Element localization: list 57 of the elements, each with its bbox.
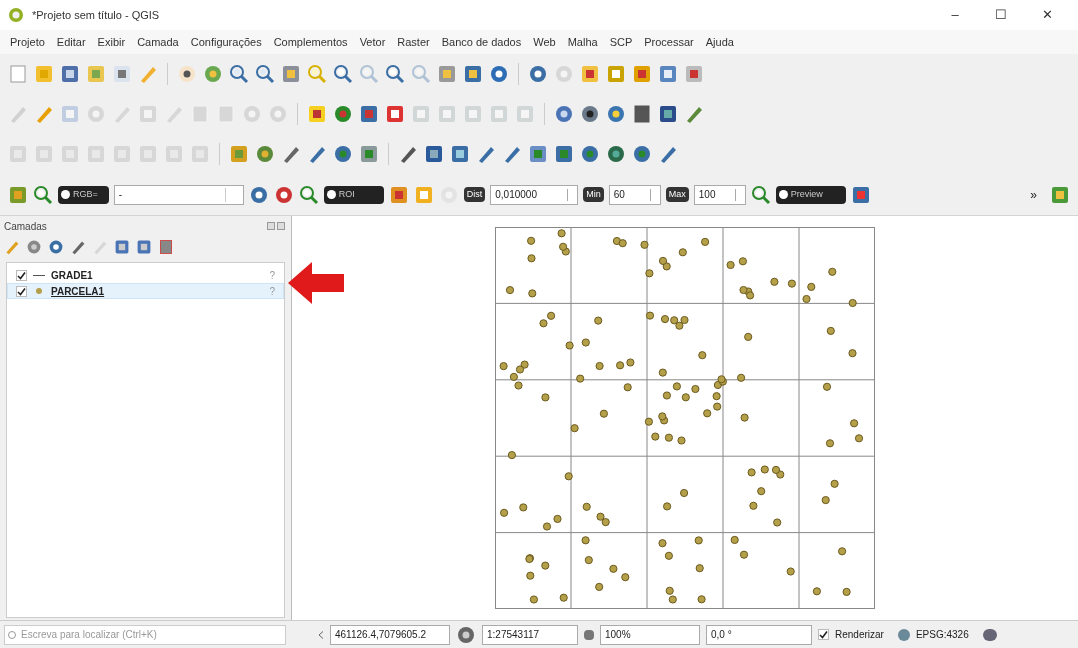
zoom-out-icon[interactable] [255,64,275,84]
menu-item[interactable]: Exibir [91,33,132,51]
number-field[interactable]: 0,010000 [490,184,579,205]
menu-item[interactable]: SCP [603,33,639,51]
menu-item[interactable]: Processar [638,33,700,51]
preview-control[interactable]: Preview [775,185,846,204]
zoom-layer-icon[interactable] [333,64,353,84]
roi-control[interactable]: ROI [323,185,384,204]
menu-item[interactable]: Configurações [184,33,268,51]
menu-item[interactable]: Vetor [353,33,392,51]
coordinate-field[interactable]: 461126.4,7079605.2 [330,624,450,645]
number-field[interactable]: 100 [693,184,746,205]
menu-item[interactable]: Malha [561,33,604,51]
pointer-arrow [288,262,344,304]
checkbox[interactable] [16,285,27,297]
minimize-button[interactable]: – [932,1,978,29]
render-label: Renderizar [835,628,884,642]
max-label: Max [665,186,689,203]
edit-pencil-icon[interactable] [34,104,54,124]
number-field[interactable]: 60 [608,184,661,205]
rotation-field[interactable]: 0,0 ° [706,624,812,645]
line-symbol-icon [33,274,45,276]
maximize-button[interactable]: ☐ [978,1,1024,29]
band-set-control[interactable]: RGB= [58,185,109,204]
dist-label: Dist [463,186,486,203]
locator-search-field[interactable]: Escreva para localizar (Ctrl+K) [4,624,286,645]
overflow-button[interactable]: » [1022,185,1045,204]
point-symbol-icon [36,288,42,294]
layer-name: GRADE1 [51,268,94,283]
menu-item[interactable]: Ajuda [699,33,740,51]
panel-title: Camadas [4,219,47,234]
checkbox[interactable] [16,269,27,281]
zoom-band-icon[interactable] [33,184,53,205]
menu-item[interactable]: Projeto [4,33,51,51]
crs-label[interactable]: EPSG:4326 [915,627,969,642]
window-title: *Projeto sem título - QGIS [32,7,160,23]
app-logo-icon [8,7,24,23]
zoom-in-icon[interactable] [229,64,249,84]
zoom-preview-icon[interactable] [750,184,771,205]
close-button[interactable]: ✕ [1024,1,1070,29]
band-combo-box[interactable]: - [113,184,244,205]
zoom-roi-icon[interactable] [298,184,319,205]
chevron-left-icon[interactable] [318,630,324,639]
layer-name: PARCELA1 [51,284,106,299]
menu-item[interactable]: Banco de dados [435,33,528,51]
render-checkbox[interactable] [818,629,829,640]
layer-row[interactable]: GRADE1 ? [7,267,284,283]
zoom-last-icon[interactable] [385,64,405,84]
magnifier-field[interactable]: 100% [600,624,700,645]
menu-item[interactable]: Camada [131,33,185,51]
scale-field[interactable]: 1:27543117 [482,624,578,645]
layer-row[interactable]: PARCELA1 ? [7,283,284,299]
menu-item[interactable]: Web [527,33,562,51]
menu-item[interactable]: Raster [391,33,436,51]
menu-item[interactable]: Complementos [267,33,354,51]
min-label: Min [583,186,604,203]
menu-item[interactable]: Editar [50,33,92,51]
